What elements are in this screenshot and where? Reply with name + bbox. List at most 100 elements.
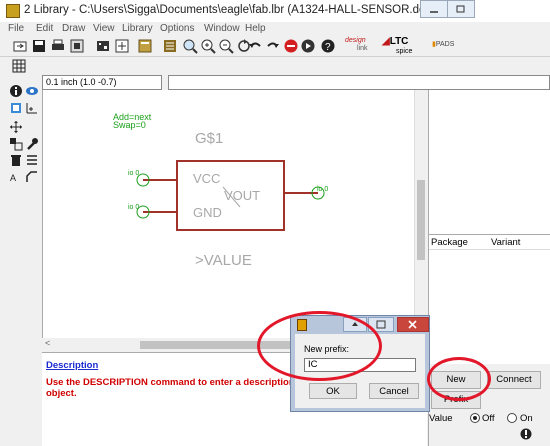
symbol-value-text: >VALUE: [195, 252, 252, 269]
script-icon: [138, 39, 152, 53]
menu-library[interactable]: Library: [122, 23, 153, 34]
symbol-drawing: Add=next Swap=0 G$1 io 0 VCC io 0 GND io…: [113, 112, 328, 269]
menu-edit[interactable]: Edit: [36, 23, 53, 34]
open-icon: [13, 41, 27, 52]
open-file-button[interactable]: [12, 38, 28, 54]
canvas-vertical-scrollbar[interactable]: [414, 90, 427, 338]
menu-help[interactable]: Help: [245, 23, 266, 34]
ulp-button[interactable]: [162, 38, 178, 54]
grid-toolbar: [0, 57, 550, 75]
window-title: 2 Library - C:\Users\Sigga\Documents\eag…: [24, 4, 424, 16]
ltspice-button[interactable]: ◢LTC spice: [382, 37, 426, 56]
miter-button[interactable]: [25, 170, 39, 184]
svg-text:?: ?: [325, 42, 331, 53]
copy-icon: [10, 138, 23, 151]
move-button[interactable]: [9, 120, 23, 134]
layers-icon: [11, 103, 21, 113]
minimize-button[interactable]: [420, 0, 448, 18]
package-variant-table: Package Variant: [429, 234, 550, 364]
dialog-close-button[interactable]: [397, 317, 429, 332]
print-icon: [52, 39, 64, 50]
svg-text:A: A: [10, 173, 16, 183]
pin-gnd-label: GND: [193, 205, 222, 220]
design-link-label: design: [345, 37, 366, 44]
pin-gnd-io-label: io 0: [128, 204, 139, 211]
warning-icon: [520, 428, 532, 440]
display-button[interactable]: [9, 101, 23, 115]
dialog-ok-button[interactable]: OK: [309, 383, 357, 399]
menu-options[interactable]: Options: [160, 23, 194, 34]
title-bar: 2 Library - C:\Users\Sigga\Documents\eag…: [0, 0, 550, 22]
pin-vout-io-label: io 0: [317, 186, 328, 193]
redo-icon: [267, 42, 279, 48]
swap-note-text: Swap=0: [113, 120, 146, 130]
redo-button[interactable]: [265, 38, 281, 54]
column-variant[interactable]: Variant: [491, 237, 520, 248]
info-button[interactable]: [9, 84, 23, 98]
save-icon: [33, 40, 45, 52]
change-button[interactable]: [25, 137, 39, 151]
column-package[interactable]: Package: [431, 237, 468, 248]
menu-window[interactable]: Window: [204, 23, 240, 34]
symbol-list[interactable]: [429, 90, 550, 234]
pin-vout-label: VOUT: [224, 188, 260, 203]
zoom-out-button[interactable]: [218, 38, 234, 54]
text-icon: A: [10, 173, 16, 183]
delete-button[interactable]: [9, 153, 23, 167]
go-icon: [301, 39, 315, 53]
menu-view[interactable]: View: [93, 23, 115, 34]
dialog-cancel-button[interactable]: Cancel: [369, 383, 419, 399]
help-icon: ?: [321, 39, 335, 53]
undo-button[interactable]: [247, 38, 263, 54]
vscroll-thumb[interactable]: [417, 180, 425, 260]
minimize-icon: [430, 11, 438, 13]
pads-label: PADS: [435, 41, 455, 48]
value-label: Value: [429, 413, 453, 424]
menu-file[interactable]: File: [8, 23, 24, 34]
mark-button[interactable]: [25, 101, 39, 115]
cam-button[interactable]: [69, 38, 85, 54]
zoom-fit-icon: [183, 39, 198, 54]
schematic-button[interactable]: [114, 38, 130, 54]
zoom-in-button[interactable]: [200, 38, 216, 54]
undo-icon: [249, 42, 261, 48]
smash-button[interactable]: A: [9, 170, 23, 184]
value-off-label: Off: [482, 413, 495, 424]
save-button[interactable]: [31, 38, 47, 54]
design-link-button[interactable]: design link: [345, 37, 375, 53]
name-button[interactable]: [25, 153, 39, 167]
dialog-close-icon: [408, 320, 417, 329]
annotation-circle-prefix: [257, 311, 382, 381]
description-link[interactable]: Description: [46, 360, 98, 371]
annotation-circle-new: [427, 357, 491, 401]
restore-button[interactable]: [447, 0, 475, 18]
stop-button[interactable]: [283, 38, 299, 54]
grid-button[interactable]: [11, 58, 27, 74]
print-button[interactable]: [50, 38, 66, 54]
wrench-icon: [27, 138, 38, 150]
command-bar: 0.1 inch (1.0 -0.7): [42, 75, 550, 90]
ulp-icon: [164, 40, 176, 52]
connect-button[interactable]: Connect: [487, 371, 541, 389]
command-input[interactable]: [168, 75, 550, 90]
pads-button[interactable]: ▮PADS: [432, 40, 458, 56]
eagle-app-icon: [6, 4, 20, 18]
design-link-sub-label: link: [357, 45, 368, 52]
value-on-radio[interactable]: [507, 413, 517, 423]
value-off-radio[interactable]: [470, 413, 480, 423]
crosshair-icon: [26, 103, 37, 114]
drawing-canvas[interactable]: Add=next Swap=0 G$1 io 0 VCC io 0 GND io…: [42, 90, 414, 338]
board-button[interactable]: [95, 38, 111, 54]
help-button[interactable]: ?: [320, 38, 336, 54]
show-button[interactable]: [25, 84, 39, 98]
label-icon: [27, 155, 37, 165]
script-button[interactable]: [137, 38, 153, 54]
menu-draw[interactable]: Draw: [62, 23, 85, 34]
copy-button[interactable]: [9, 137, 23, 151]
menu-bar: File Edit Draw View Library Options Wind…: [0, 22, 550, 36]
scroll-left-arrow-icon[interactable]: <: [45, 338, 50, 348]
go-button[interactable]: [300, 38, 316, 54]
zoom-fit-button[interactable]: [182, 38, 198, 54]
miter-icon: [26, 171, 37, 182]
cam-icon: [70, 39, 84, 53]
